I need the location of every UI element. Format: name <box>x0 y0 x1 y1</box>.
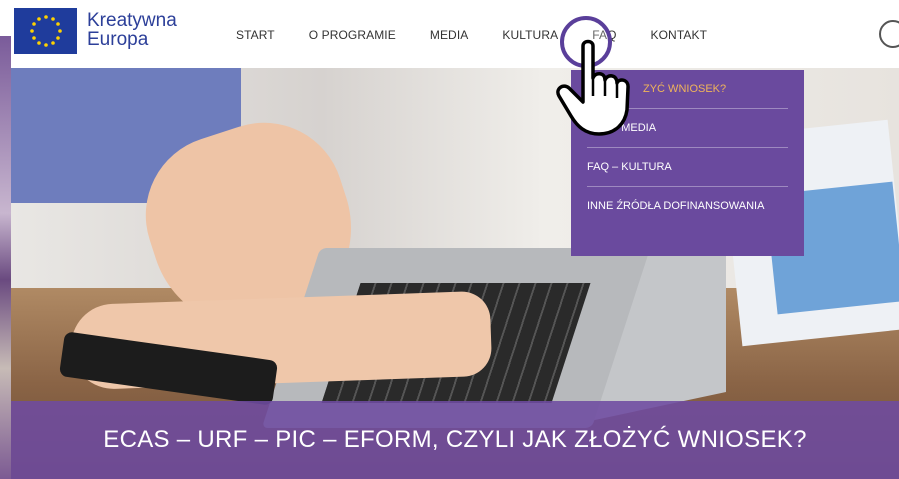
hero-caption: ECAS – URF – PIC – EFORM, CZYLI JAK ZŁOŻ… <box>11 401 899 479</box>
eu-stars-icon <box>29 15 62 47</box>
left-edge-image <box>0 36 11 479</box>
hero-caption-title[interactable]: ECAS – URF – PIC – EFORM, CZYLI JAK ZŁOŻ… <box>103 426 806 454</box>
main-nav: START O PROGRAMIE MEDIA KULTURA FAQ KONT… <box>236 25 741 45</box>
search-icon[interactable] <box>879 20 899 48</box>
nav-item-o-programie[interactable]: O PROGRAMIE <box>309 28 396 42</box>
nav-item-kontakt[interactable]: KONTAKT <box>651 28 707 42</box>
dropdown-item-faq-kultura[interactable]: FAQ – KULTURA <box>587 148 788 187</box>
nav-item-media[interactable]: MEDIA <box>430 28 469 42</box>
nav-item-start[interactable]: START <box>236 28 275 42</box>
hand-pointer-icon <box>556 39 630 136</box>
logo-line-2: Europa <box>87 29 149 50</box>
nav-item-kultura[interactable]: KULTURA <box>502 28 558 42</box>
logo-line-1: Kreatywna <box>87 10 177 31</box>
site-logo-text[interactable]: Kreatywna Europa <box>87 11 177 49</box>
eu-flag-logo[interactable] <box>14 8 77 54</box>
dropdown-item-inne-zrodla[interactable]: INNE ŹRÓDŁA DOFINANSOWANIA <box>587 187 788 225</box>
site-header: Kreatywna Europa START O PROGRAMIE MEDIA… <box>0 0 899 68</box>
